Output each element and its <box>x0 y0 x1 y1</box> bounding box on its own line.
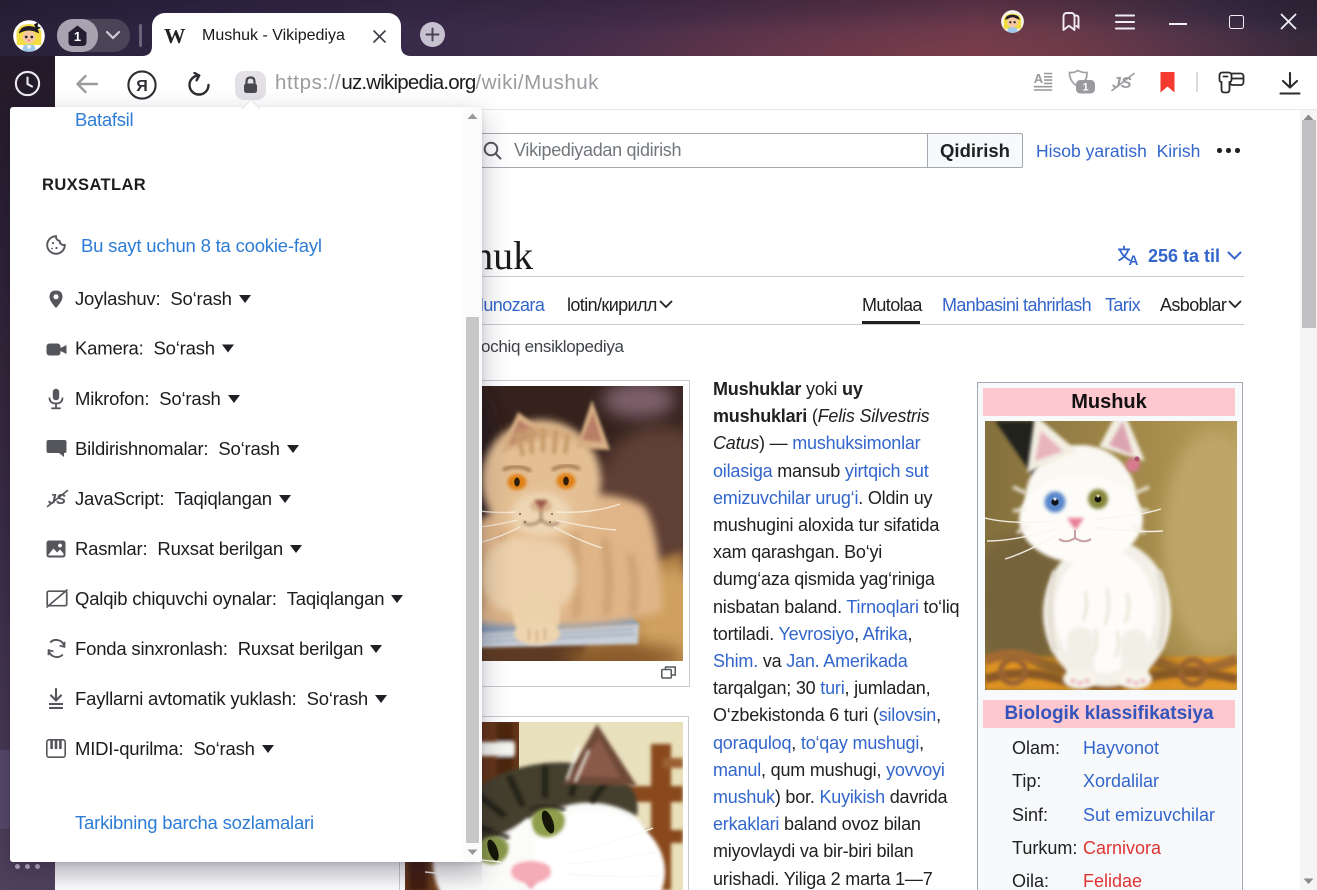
svg-text:A: A <box>1034 72 1044 86</box>
svg-text:1: 1 <box>1082 82 1088 94</box>
svg-text:Я: Я <box>136 78 148 95</box>
svg-text:1: 1 <box>74 29 81 44</box>
svg-text:A: A <box>1129 253 1139 266</box>
